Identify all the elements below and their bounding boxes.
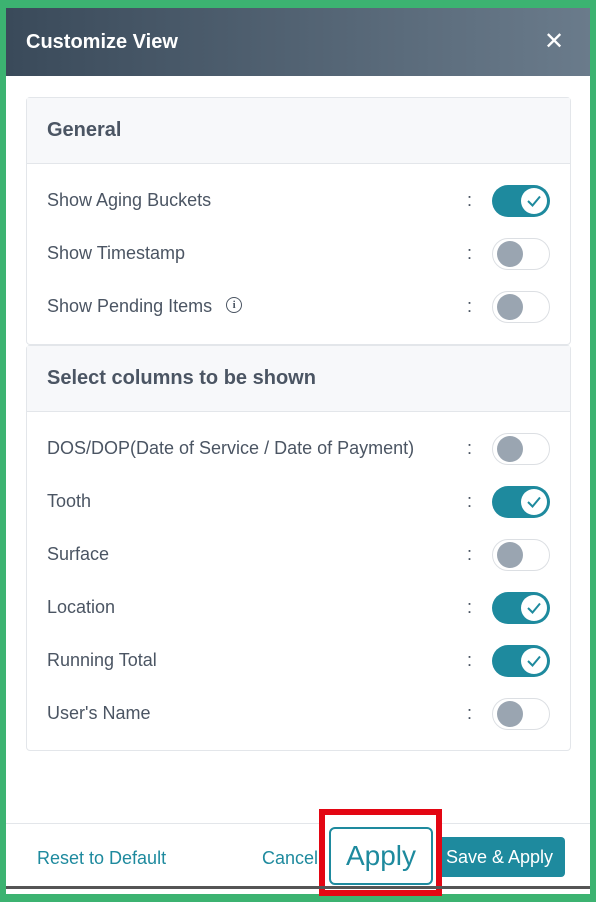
check-icon bbox=[521, 594, 547, 621]
check-icon bbox=[521, 647, 547, 674]
setting-label: Tooth bbox=[47, 491, 92, 511]
colon-separator: : bbox=[467, 597, 473, 617]
setting-label: User's Name bbox=[47, 703, 151, 723]
setting-label: Show Pending Items bbox=[47, 296, 213, 316]
cancel-button[interactable]: Cancel bbox=[262, 848, 318, 869]
general-section: General Show Aging Buckets : Show Timest… bbox=[26, 97, 571, 345]
setting-row-users-name: User's Name : bbox=[27, 687, 570, 740]
dialog-footer: Reset to Default Cancel Save & Apply bbox=[6, 823, 590, 894]
setting-row-show-pending-items: Show Pending Items i : bbox=[27, 280, 570, 333]
info-icon[interactable]: i bbox=[226, 296, 243, 313]
colon-separator: : bbox=[467, 190, 473, 210]
colon-separator: : bbox=[467, 703, 473, 723]
apply-button[interactable]: Apply bbox=[329, 827, 433, 885]
setting-row-tooth: Tooth : bbox=[27, 475, 570, 528]
setting-label: Surface bbox=[47, 544, 110, 564]
colon-separator: : bbox=[467, 243, 473, 263]
colon-separator: : bbox=[467, 544, 473, 564]
toggle-surface[interactable] bbox=[492, 538, 550, 571]
toggle-users-name[interactable] bbox=[492, 697, 550, 730]
toggle-knob bbox=[497, 240, 523, 267]
check-icon bbox=[521, 488, 547, 515]
colon-separator: : bbox=[467, 650, 473, 670]
toggle-running-total[interactable] bbox=[492, 644, 550, 677]
toggle-dos-dop[interactable] bbox=[492, 432, 550, 465]
toggle-knob bbox=[497, 435, 523, 462]
setting-row-dos-dop: DOS/DOP(Date of Service / Date of Paymen… bbox=[27, 422, 570, 475]
reset-to-default-button[interactable]: Reset to Default bbox=[37, 848, 166, 869]
setting-row-show-aging-buckets: Show Aging Buckets : bbox=[27, 174, 570, 227]
colon-separator: : bbox=[467, 491, 473, 511]
setting-row-location: Location : bbox=[27, 581, 570, 634]
bottom-divider bbox=[6, 886, 590, 889]
check-icon bbox=[521, 187, 547, 214]
toggle-knob bbox=[497, 700, 523, 727]
setting-label: Show Aging Buckets bbox=[47, 190, 212, 210]
setting-label: DOS/DOP(Date of Service / Date of Paymen… bbox=[47, 438, 415, 458]
columns-section: Select columns to be shown DOS/DOP(Date … bbox=[26, 345, 571, 751]
setting-label: Location bbox=[47, 597, 116, 617]
colon-separator: : bbox=[467, 296, 473, 316]
toggle-knob bbox=[497, 541, 523, 568]
dialog-header: Customize View ✕ bbox=[6, 8, 590, 76]
toggle-show-pending-items[interactable] bbox=[492, 290, 550, 323]
colon-separator: : bbox=[467, 438, 473, 458]
close-icon[interactable]: ✕ bbox=[542, 30, 566, 54]
setting-label: Show Timestamp bbox=[47, 243, 186, 263]
dialog-title: Customize View bbox=[26, 30, 178, 53]
customize-view-dialog: Customize View ✕ General Show Aging Buck… bbox=[6, 8, 590, 894]
toggle-knob bbox=[497, 293, 523, 320]
setting-row-running-total: Running Total : bbox=[27, 634, 570, 687]
setting-label: Running Total bbox=[47, 650, 157, 670]
toggle-show-aging-buckets[interactable] bbox=[492, 184, 550, 217]
setting-row-show-timestamp: Show Timestamp : bbox=[27, 227, 570, 280]
toggle-location[interactable] bbox=[492, 591, 550, 624]
setting-row-surface: Surface : bbox=[27, 528, 570, 581]
columns-heading: Select columns to be shown bbox=[27, 346, 570, 412]
save-and-apply-button[interactable]: Save & Apply bbox=[434, 837, 565, 877]
general-heading: General bbox=[27, 98, 570, 164]
toggle-tooth[interactable] bbox=[492, 485, 550, 518]
toggle-show-timestamp[interactable] bbox=[492, 237, 550, 270]
